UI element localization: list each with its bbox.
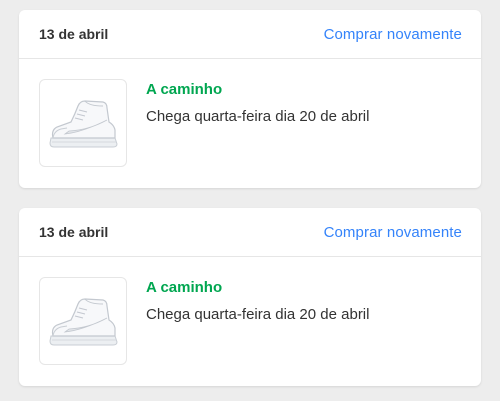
order-card: 13 de abril Comprar novamente A caminho …	[19, 208, 481, 386]
order-card-header: 13 de abril Comprar novamente	[19, 10, 481, 59]
order-card: 13 de abril Comprar novamente A caminho …	[19, 10, 481, 188]
order-date: 13 de abril	[39, 224, 109, 240]
order-status: A caminho	[146, 279, 223, 296]
order-card-body[interactable]: A caminho Chega quarta-feira dia 20 de a…	[19, 257, 481, 385]
order-status: A caminho	[146, 81, 223, 98]
product-thumbnail[interactable]	[39, 79, 127, 167]
buy-again-link[interactable]: Comprar novamente	[324, 26, 462, 43]
delivery-eta: Chega quarta-feira dia 20 de abril	[146, 306, 370, 323]
buy-again-link[interactable]: Comprar novamente	[324, 224, 462, 241]
delivery-eta: Chega quarta-feira dia 20 de abril	[146, 108, 370, 125]
order-card-body[interactable]: A caminho Chega quarta-feira dia 20 de a…	[19, 59, 481, 187]
sneaker-image	[49, 298, 118, 346]
sneaker-image	[49, 100, 118, 148]
order-card-header: 13 de abril Comprar novamente	[19, 208, 481, 257]
orders-page: 13 de abril Comprar novamente A caminho …	[0, 0, 500, 401]
product-thumbnail[interactable]	[39, 277, 127, 365]
order-date: 13 de abril	[39, 26, 109, 42]
